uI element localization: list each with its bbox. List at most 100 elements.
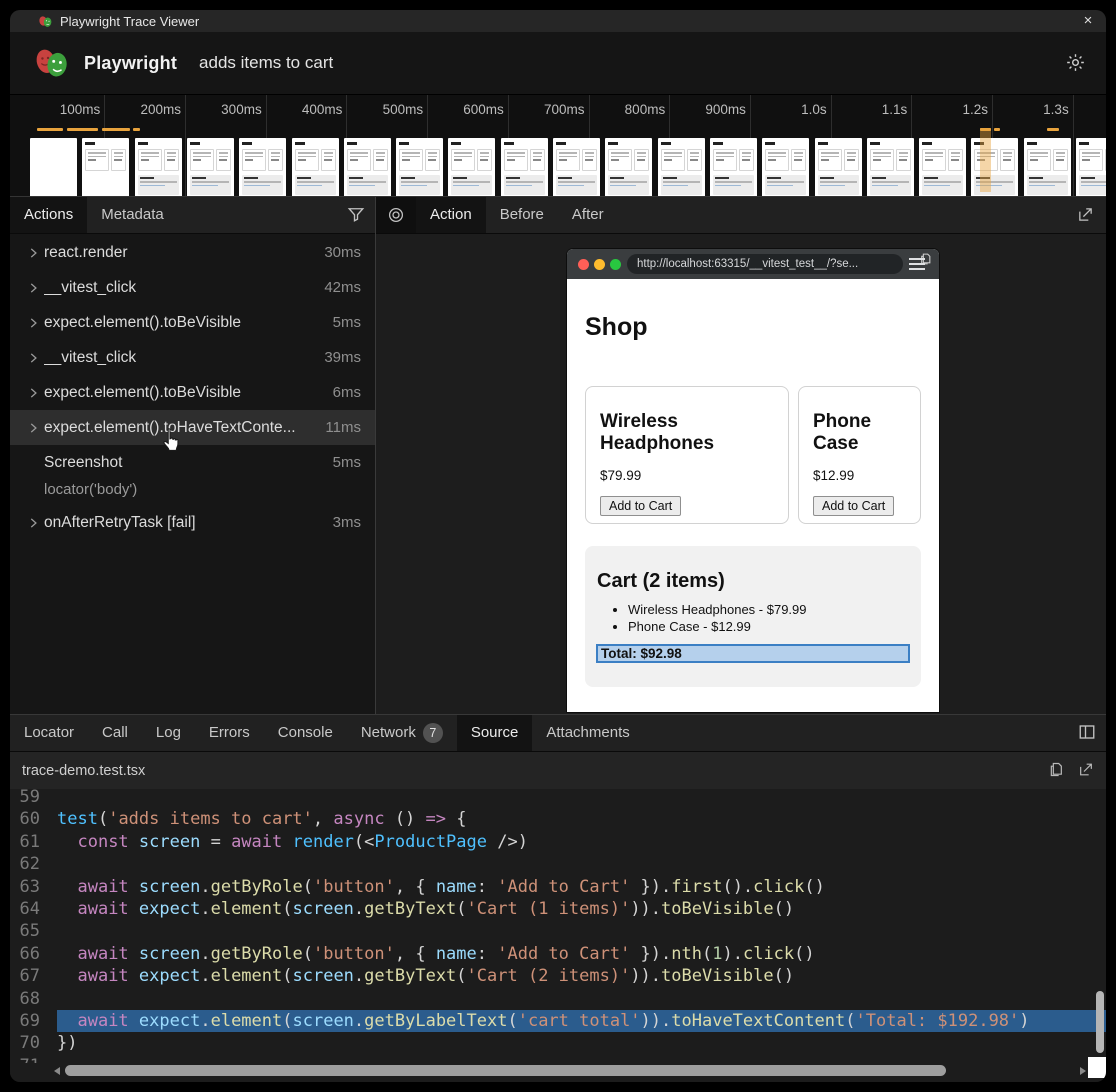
action-row[interactable]: onAfterRetryTask [fail]3ms [10,505,375,540]
page-title: Shop [585,313,939,342]
filmstrip-thumbnail[interactable] [501,138,548,202]
tab-call-label: Call [102,724,128,741]
tab-actions[interactable]: Actions [10,197,87,233]
action-title: react.render [44,244,324,262]
filmstrip-thumbnail[interactable] [762,138,809,202]
filmstrip-thumbnail[interactable] [658,138,705,202]
horizontal-scrollbar-thumb[interactable] [65,1065,946,1076]
snapshot-browser-window: http://localhost:63315/__vitest_test__/?… [567,249,939,712]
filmstrip-thumbnail[interactable] [135,138,182,202]
filmstrip-thumbnail[interactable] [815,138,862,202]
chevron-right-icon[interactable] [26,316,44,330]
open-snapshot-external-icon[interactable] [1077,206,1094,223]
snapshot-page: Shop Wireless Headphones$79.99Add to Car… [567,279,939,712]
filmstrip-thumbnail[interactable] [605,138,652,202]
add-to-cart-button[interactable]: Add to Cart [600,496,681,516]
bottom-panel: Locator Call Log Errors ConsoleNetwork7 Sourc… [10,714,1106,1082]
chevron-right-icon[interactable] [26,246,44,260]
menu-icon[interactable] [909,258,925,273]
cart-item: Phone Case - $12.99 [628,619,910,634]
line-number: 66 [10,943,40,965]
tab-source-label: Source [471,724,519,741]
action-row[interactable]: __vitest_click42ms [10,270,375,305]
tab-log[interactable]: Log [142,715,195,751]
tab-locator[interactable]: Locator [10,715,88,751]
add-to-cart-button[interactable]: Add to Cart [813,496,894,516]
tab-before[interactable]: Before [486,197,558,233]
timeline-action-mark [1047,128,1059,131]
filmstrip-thumbnail[interactable] [867,138,914,202]
chevron-right-icon[interactable] [26,281,44,295]
code-text: test('adds items to cart', async () => { [57,808,1106,830]
filmstrip-thumbnail[interactable] [448,138,495,202]
tab-errors-label: Errors [209,724,250,741]
scrollbar-corner [1088,1057,1106,1078]
source-code: 5960test('adds items to cart', async () … [10,786,1106,1063]
tab-metadata[interactable]: Metadata [87,197,178,233]
horizontal-scrollbar[interactable] [10,1063,1106,1079]
copy-source-icon[interactable] [1048,761,1064,778]
action-row[interactable]: Screenshot5ms [10,445,375,480]
filmstrip-thumbnail[interactable] [396,138,443,202]
filmstrip-thumbnail[interactable] [710,138,757,202]
cart-item: Wireless Headphones - $79.99 [628,602,910,617]
filmstrip-thumbnail[interactable] [971,138,1018,202]
close-icon[interactable]: × [1078,11,1098,31]
filmstrip-thumbnail[interactable] [292,138,339,202]
filmstrip-thumbnail[interactable] [82,138,129,202]
pick-locator-button[interactable] [376,197,416,233]
filmstrip-thumbnail[interactable] [1076,138,1106,202]
chevron-right-icon[interactable] [26,516,44,530]
action-row[interactable]: __vitest_click39ms [10,340,375,375]
action-row[interactable]: react.render30ms [10,235,375,270]
code-text [57,853,1106,875]
open-source-external-icon[interactable] [1078,761,1094,778]
chevron-right-icon[interactable] [26,421,44,435]
scroll-left-arrow[interactable] [54,1067,60,1075]
filmstrip-thumbnail[interactable] [919,138,966,202]
filmstrip-thumbnail[interactable] [344,138,391,202]
action-duration: 5ms [333,314,375,331]
action-duration: 3ms [333,514,375,531]
columns-layout-icon[interactable] [1078,723,1096,741]
action-row[interactable]: expect.element().toBeVisible5ms [10,305,375,340]
tab-errors[interactable]: Errors [195,715,264,751]
tab-after[interactable]: After [558,197,618,233]
action-row[interactable]: expect.element().toBeVisible6ms [10,375,375,410]
tab-network[interactable]: Network7 [347,715,457,751]
network-count-badge: 7 [423,723,443,743]
product-name: Wireless Headphones [600,411,774,455]
tab-action[interactable]: Action [416,197,486,233]
tab-source[interactable]: Source [457,715,533,751]
timeline-tick-label: 1.3s [1043,102,1069,117]
code-line: 61 const screen = await render(<ProductP… [10,831,1106,853]
tab-call[interactable]: Call [88,715,142,751]
gear-icon[interactable] [1065,52,1086,73]
tab-action-label: Action [430,206,472,223]
timeline-action-mark [102,128,130,131]
action-row[interactable]: expect.element().toHaveTextConte...11ms [10,410,375,445]
chevron-right-icon[interactable] [26,386,44,400]
code-text [57,1055,1106,1063]
code-line: 60test('adds items to cart', async () =>… [10,808,1106,830]
timeline[interactable]: 100ms200ms300ms400ms500ms600ms700ms800ms… [10,94,1106,196]
highlighted-code-text: await expect.element(screen.getByLabelTe… [57,1010,1106,1032]
filter-icon[interactable] [347,205,365,223]
line-number: 61 [10,831,40,853]
trace-viewer-window: Playwright Trace Viewer × Playwright add… [10,10,1106,1082]
scroll-right-arrow[interactable] [1080,1067,1086,1075]
filmstrip-thumbnail[interactable] [553,138,600,202]
traffic-light-green [610,259,621,270]
source-file-header: trace-demo.test.tsx [10,752,1106,789]
test-title: adds items to cart [199,53,333,73]
filmstrip-thumbnail[interactable] [1024,138,1071,202]
line-number: 67 [10,965,40,987]
filmstrip-thumbnail[interactable] [30,138,77,202]
tab-attachments[interactable]: Attachments [532,715,643,751]
timeline-tick-label: 1.0s [801,102,827,117]
filmstrip-thumbnail[interactable] [187,138,234,202]
vertical-scrollbar-thumb[interactable] [1096,991,1104,1053]
filmstrip-thumbnail[interactable] [239,138,286,202]
tab-console[interactable]: Console [264,715,347,751]
chevron-right-icon[interactable] [26,351,44,365]
